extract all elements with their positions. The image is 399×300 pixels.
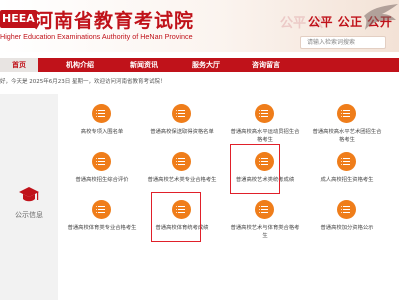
notice-card-label: 成人高校招生资格考生 — [320, 177, 374, 183]
notice-card-label: 普通高校高水平艺术团招生合格考生 — [312, 129, 382, 143]
nav-item-home[interactable]: 首页 — [0, 58, 38, 72]
graduation-cap-icon — [19, 187, 39, 202]
list-icon — [255, 104, 274, 123]
nav-item-about[interactable]: 机构介绍 — [54, 58, 106, 72]
nav-item-consult[interactable]: 咨询留言 — [240, 58, 292, 72]
site-subtitle: Higher Education Examinations Authority … — [0, 32, 193, 41]
notice-card[interactable]: 普通高校加分资格公示 — [310, 198, 384, 244]
list-icon — [337, 152, 356, 171]
site-logo[interactable]: HEEA — [0, 10, 37, 28]
notice-card-label: 普通高校艺术与体育类合格考生 — [230, 225, 300, 239]
highlight-box — [151, 192, 201, 242]
search-input[interactable]: 请输入检索词搜索 — [300, 36, 386, 49]
public-notice-label[interactable]: 公示信息 — [0, 210, 58, 220]
left-panel: 公示信息 — [0, 94, 58, 300]
site-title[interactable]: 河南省教育考试院 — [34, 6, 194, 33]
notice-card[interactable]: 高校专项入围名单 — [65, 102, 139, 148]
notice-card-label: 普通高校保送取得资格名单 — [150, 129, 214, 135]
notice-card-label: 普通高校招生综合评价 — [75, 177, 129, 183]
list-icon — [172, 104, 191, 123]
list-icon — [92, 152, 111, 171]
notice-text: 好，今天是 2025年6月23日 星期一，欢迎访问河南省教育考试院！ — [0, 79, 166, 85]
list-icon — [337, 200, 356, 219]
list-icon — [337, 104, 356, 123]
notice-card[interactable]: 普通高校招生综合评价 — [65, 150, 139, 196]
list-icon — [172, 152, 191, 171]
eagle-icon — [364, 4, 398, 30]
notice-card-label: 普通高校体育类专业合格考生 — [67, 225, 137, 231]
notice-card-grid: 高校专项入围名单 普通高校保送取得资格名单 普通高校高水平运动员招生合格考生 普… — [60, 94, 399, 300]
notice-card[interactable]: 普通高校艺术类专业合格考生 — [145, 150, 219, 196]
notice-card-label: 普通高校艺术类专业合格考生 — [147, 177, 217, 183]
notice-card-label: 高校专项入围名单 — [80, 129, 124, 135]
list-icon — [255, 200, 274, 219]
notice-card-label: 普通高校加分资格公示 — [320, 225, 374, 231]
nav-item-news[interactable]: 新闻资讯 — [118, 58, 170, 72]
main-nav: 首页 机构介绍 新闻资讯 服务大厅 咨询留言 — [0, 58, 399, 72]
list-icon — [92, 104, 111, 123]
nav-item-services[interactable]: 服务大厅 — [180, 58, 232, 72]
site-header: HEEA 河南省教育考试院 Higher Education Examinati… — [0, 0, 399, 52]
notice-card[interactable]: 普通高校体育类专业合格考生 — [65, 198, 139, 244]
highlight-box — [230, 144, 280, 194]
notice-card[interactable]: 普通高校高水平运动员招生合格考生 — [228, 102, 302, 148]
list-icon — [92, 200, 111, 219]
notice-card-label: 普通高校高水平运动员招生合格考生 — [230, 129, 300, 143]
notice-card[interactable]: 普通高校艺术与体育类合格考生 — [228, 198, 302, 244]
notice-card[interactable]: 成人高校招生资格考生 — [310, 150, 384, 196]
notice-card[interactable]: 普通高校高水平艺术团招生合格考生 — [310, 102, 384, 148]
welcome-notice: 好，今天是 2025年6月23日 星期一，欢迎访问河南省教育考试院！ — [0, 76, 399, 88]
notice-card[interactable]: 普通高校保送取得资格名单 — [145, 102, 219, 148]
